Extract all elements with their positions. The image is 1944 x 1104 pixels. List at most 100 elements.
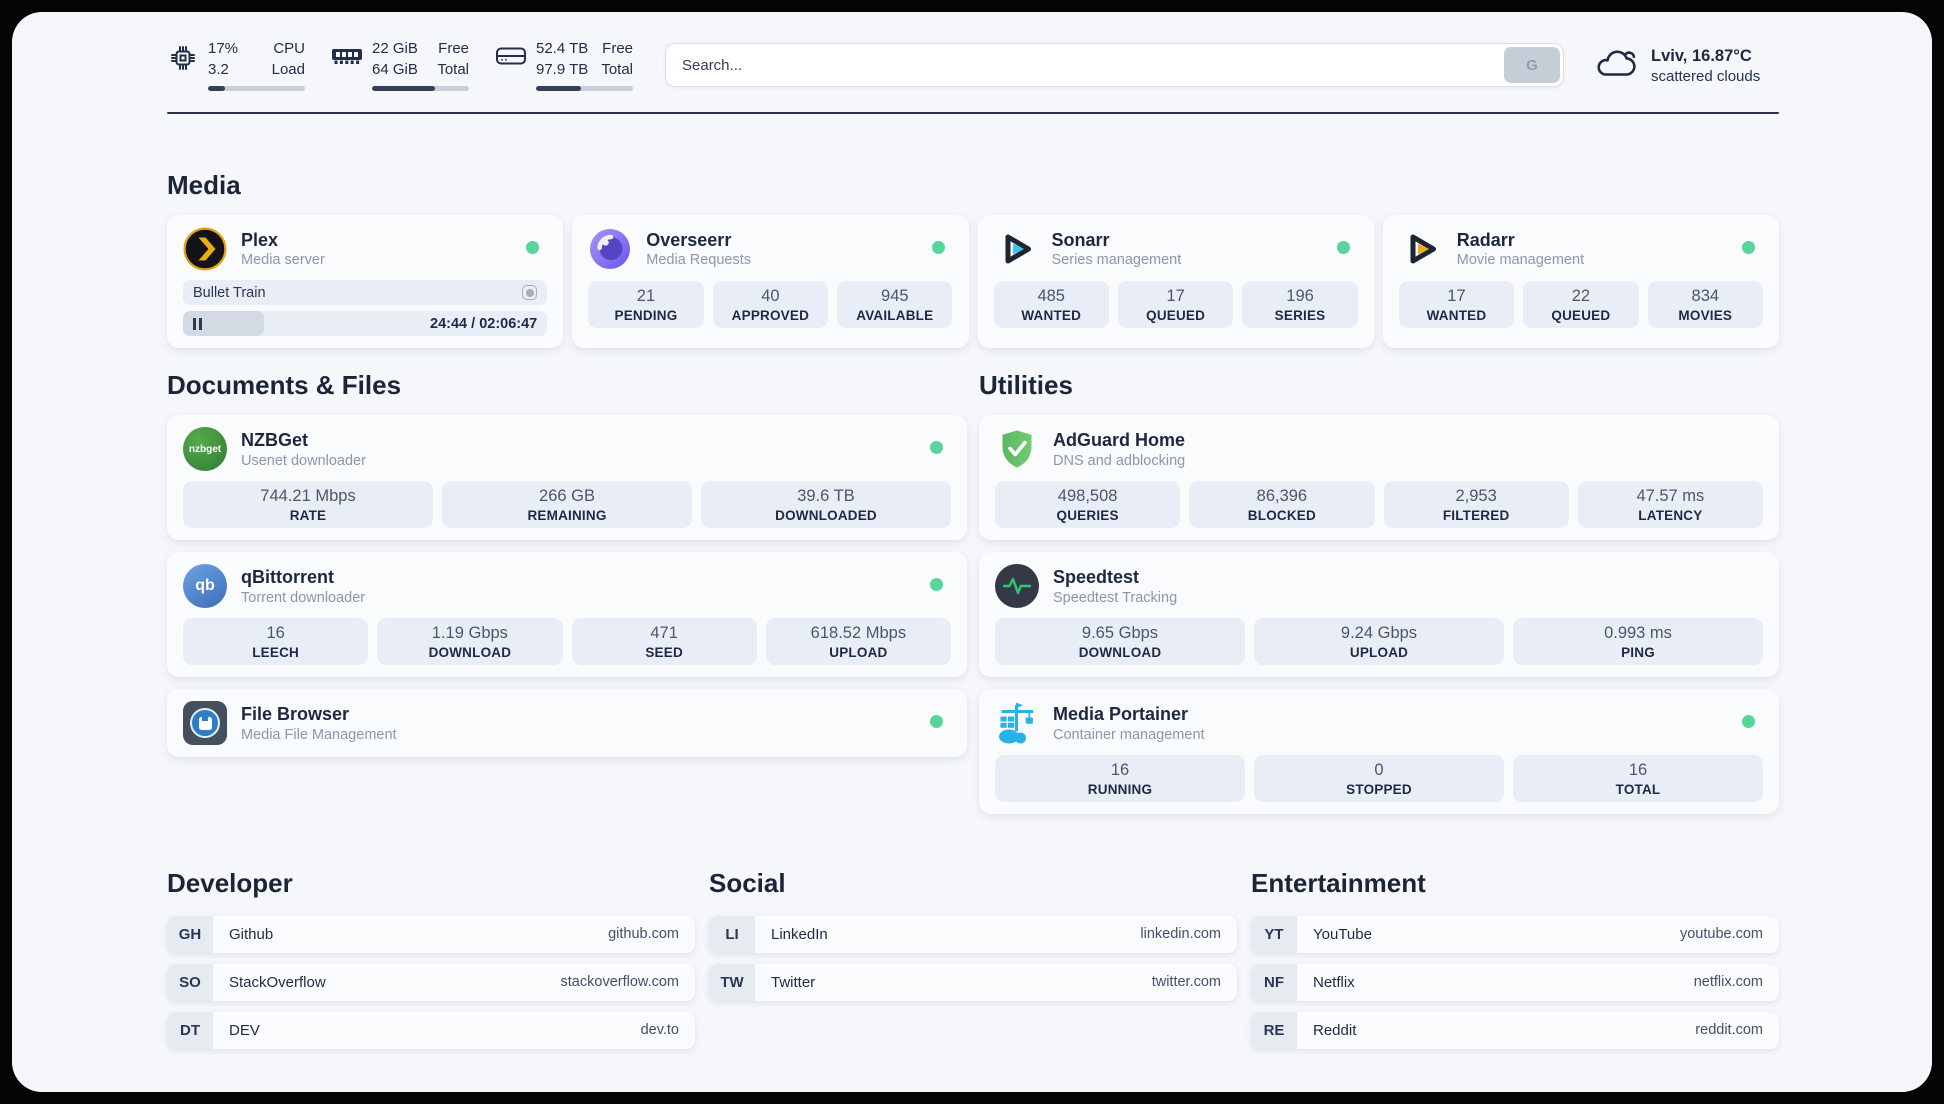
app-card-overseerr[interactable]: Overseerr Media Requests 21 PENDING 40 APP… <box>572 215 969 349</box>
link-name: Github <box>229 925 274 943</box>
stat-leech: 16 LEECH <box>183 618 369 666</box>
stat-pending: 21 PENDING <box>588 281 704 329</box>
stat-latency: 47.57 ms LATENCY <box>1577 481 1763 529</box>
stat-approved: 40 APPROVED <box>712 281 829 329</box>
search-engine-button[interactable]: G <box>1504 47 1560 83</box>
app-description: Media server <box>241 252 325 269</box>
app-card-filebrowser[interactable]: File Browser Media File Management <box>167 689 967 758</box>
adguard-icon <box>995 427 1039 471</box>
disk-label-line2: Total <box>601 60 633 78</box>
weather-widget: Lviv, 16.87°C scattered clouds <box>1594 45 1779 85</box>
app-name: Media Portainer <box>1053 704 1189 725</box>
link-youtube[interactable]: YT YouTube youtube.com <box>1251 915 1779 953</box>
link-netflix[interactable]: NF Netflix netflix.com <box>1251 963 1779 1001</box>
disk-widget: 52.4 TB 97.9 TB Free Total <box>495 39 633 91</box>
link-initials-badge: RE <box>1251 1011 1297 1049</box>
stat-running: 16 RUNNING <box>995 755 1245 803</box>
app-name: Radarr <box>1456 229 1515 250</box>
app-description: Container management <box>1053 726 1205 743</box>
app-card-radarr[interactable]: Radarr Movie management 17 WANTED 22 QUEUE… <box>1382 215 1779 349</box>
link-url: reddit.com <box>1695 1022 1763 1039</box>
memory-label-line2: Total <box>437 60 469 78</box>
app-card-adguard[interactable]: AdGuard Home DNS and adblocking 498,508 Q… <box>979 415 1779 541</box>
link-dev-to[interactable]: DT DEV dev.to <box>167 1011 695 1049</box>
link-initials-badge: GH <box>167 915 213 953</box>
link-github[interactable]: GH Github github.com <box>167 915 695 953</box>
app-description: Media File Management <box>241 726 397 743</box>
stat-blocked: 86,396 BLOCKED <box>1189 481 1375 529</box>
link-name: StackOverflow <box>229 973 326 991</box>
now-playing-row: Bullet Train <box>183 280 548 306</box>
app-card-qbittorrent[interactable]: qb qBittorrent Torrent downloader 16 LEEC… <box>167 552 967 678</box>
playback-progress-fill <box>183 311 265 337</box>
link-url: dev.to <box>640 1022 679 1039</box>
top-bar: 17% 3.2 CPU Load 22 GiB 64 GiB Free Tota… <box>167 36 1779 94</box>
app-description: Media Requests <box>646 252 752 269</box>
link-initials-badge: SO <box>167 963 213 1001</box>
app-name: File Browser <box>241 704 350 725</box>
app-name: qBittorrent <box>241 567 334 588</box>
stat-seed: 471 SEED <box>571 618 757 666</box>
link-initials-badge: TW <box>709 963 755 1001</box>
speedtest-icon <box>995 564 1039 609</box>
stat-download: 9.65 Gbps DOWNLOAD <box>995 618 1245 666</box>
stat-queued: 17 QUEUED <box>1117 281 1234 329</box>
link-reddit[interactable]: RE Reddit reddit.com <box>1251 1011 1779 1049</box>
section-title-entertainment: Entertainment <box>1251 868 1426 899</box>
memory-widget: 22 GiB 64 GiB Free Total <box>331 39 469 91</box>
app-card-nzbget[interactable]: nzbget NZBGet Usenet downloader 744.21 M… <box>167 415 967 541</box>
stat-wanted: 485 WANTED <box>993 281 1109 329</box>
cpu-label-line2: Load <box>271 60 305 78</box>
app-card-plex[interactable]: Plex Media server Bullet Train 24:44 / 0… <box>167 215 564 349</box>
link-url: netflix.com <box>1693 974 1763 991</box>
stat-remaining: 266 GB REMAINING <box>442 481 692 529</box>
link-initials-badge: NF <box>1251 963 1297 1001</box>
section-title-developer: Developer <box>167 868 293 899</box>
cpu-chip-icon <box>167 44 199 72</box>
link-stackoverflow[interactable]: SO StackOverflow stackoverflow.com <box>167 963 695 1001</box>
cpu-label-line1: CPU <box>273 40 305 58</box>
playback-progress-bar: 24:44 / 02:06:47 <box>183 311 548 337</box>
status-online-dot <box>1336 241 1350 255</box>
weather-condition: scattered clouds <box>1651 68 1761 86</box>
link-name: LinkedIn <box>771 925 828 943</box>
app-card-portainer[interactable]: Media Portainer Container management 16 R… <box>979 689 1779 815</box>
hard-drive-icon <box>495 44 527 68</box>
stat-wanted: 17 WANTED <box>1398 281 1515 329</box>
link-url: github.com <box>608 926 679 943</box>
app-description: DNS and adblocking <box>1053 452 1186 469</box>
stat-upload: 618.52 Mbps UPLOAD <box>765 618 951 666</box>
memory-usage-bar <box>372 85 469 91</box>
search-box: G <box>665 43 1564 87</box>
link-url: linkedin.com <box>1140 926 1221 943</box>
stat-queries: 498,508 QUERIES <box>995 481 1181 529</box>
app-card-sonarr[interactable]: Sonarr Series management 485 WANTED 17 QUE… <box>977 215 1374 349</box>
app-description: Series management <box>1051 252 1182 269</box>
link-twitter[interactable]: TW Twitter twitter.com <box>709 963 1237 1001</box>
filebrowser-icon <box>183 701 227 746</box>
stat-filtered: 2,953 FILTERED <box>1383 481 1569 529</box>
overseerr-icon <box>588 227 632 271</box>
link-name: Twitter <box>771 973 816 991</box>
now-playing-title: Bullet Train <box>193 284 266 301</box>
link-name: Reddit <box>1313 1021 1357 1039</box>
scattered-clouds-icon <box>1594 46 1638 85</box>
stat-upload: 9.24 Gbps UPLOAD <box>1254 618 1504 666</box>
pause-icon <box>193 317 202 330</box>
app-card-speedtest[interactable]: Speedtest Speedtest Tracking 9.65 Gbps DO… <box>979 552 1779 678</box>
stat-ping: 0.993 ms PING <box>1513 618 1763 666</box>
link-initials-badge: YT <box>1251 915 1297 953</box>
app-description: Speedtest Tracking <box>1053 589 1178 606</box>
link-linkedin[interactable]: LI LinkedIn linkedin.com <box>709 915 1237 953</box>
stat-available: 945 AVAILABLE <box>837 281 953 329</box>
stat-series: 196 SERIES <box>1242 281 1358 329</box>
cpu-usage-bar <box>208 85 305 91</box>
nzbget-icon: nzbget <box>183 427 227 472</box>
memory-total-value: 64 GiB <box>372 60 418 78</box>
app-description: Usenet downloader <box>241 452 366 469</box>
dashboard-panel: 17% 3.2 CPU Load 22 GiB 64 GiB Free Tota… <box>12 12 1932 1092</box>
playback-time: 24:44 / 02:06:47 <box>430 315 538 332</box>
weather-location-temp: Lviv, 16.87°C <box>1651 46 1752 65</box>
search-input[interactable] <box>665 43 1564 87</box>
memory-label-line1: Free <box>438 40 469 58</box>
